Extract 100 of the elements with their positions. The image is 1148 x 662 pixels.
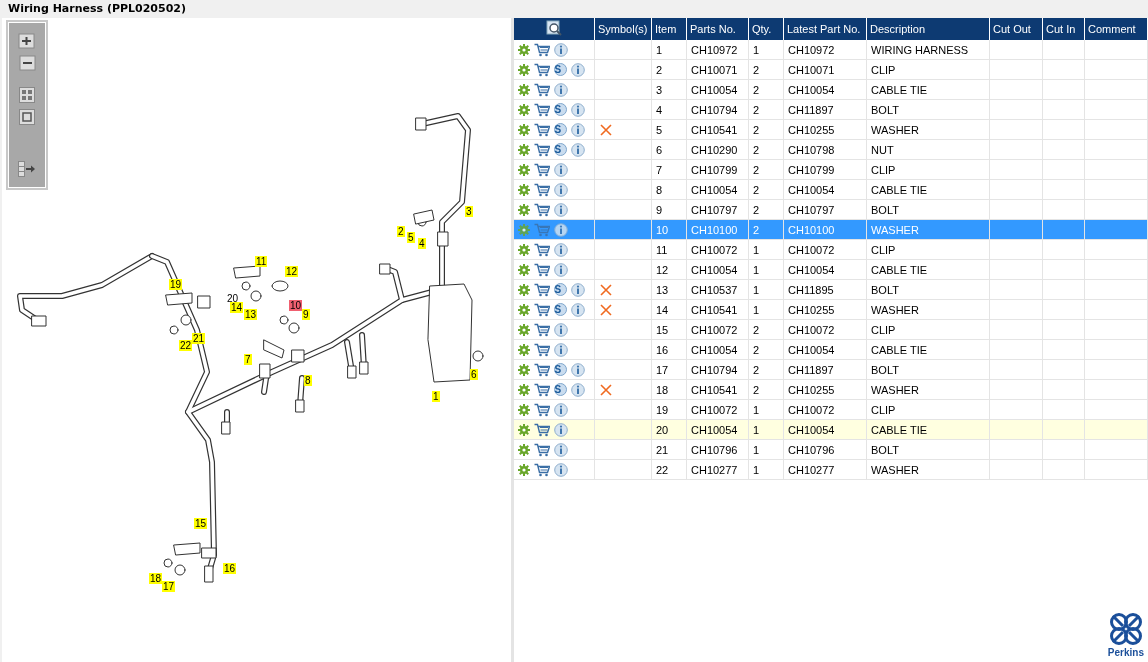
list-export-icon[interactable] — [18, 161, 36, 177]
callout-label[interactable]: 3 — [465, 206, 473, 217]
gear-icon[interactable] — [517, 383, 530, 396]
gear-icon[interactable] — [517, 323, 530, 336]
table-row[interactable]: S 6 CH10290 2 CH10798 NUT — [513, 139, 1148, 160]
table-row[interactable]: S 18 CH10541 2 CH10255 WASHER — [513, 379, 1148, 400]
callout-label[interactable]: 12 — [285, 266, 299, 277]
table-row[interactable]: S 13 CH10537 1 CH11895 BOLT — [513, 279, 1148, 300]
supersession-badge[interactable]: S — [553, 363, 567, 376]
info-icon[interactable] — [553, 162, 568, 177]
column-header[interactable]: Qty. — [748, 18, 784, 40]
table-row[interactable]: 12 CH10054 1 CH10054 CABLE TIE — [513, 259, 1148, 280]
callout-label[interactable]: 17 — [162, 581, 176, 592]
cart-icon[interactable] — [533, 422, 550, 437]
info-icon[interactable] — [553, 242, 568, 257]
cart-icon[interactable] — [533, 62, 550, 77]
table-row[interactable]: 1 CH10972 1 CH10972 WIRING HARNESS — [513, 40, 1148, 60]
gear-icon[interactable] — [517, 343, 530, 356]
gear-icon[interactable] — [517, 423, 530, 436]
column-header[interactable]: Latest Part No. — [783, 18, 867, 40]
cart-icon[interactable] — [533, 202, 550, 217]
cart-icon[interactable] — [533, 382, 550, 397]
info-icon[interactable] — [570, 362, 585, 377]
callout-label[interactable]: 21 — [192, 333, 206, 344]
table-row[interactable]: S 2 CH10071 2 CH10071 CLIP — [513, 59, 1148, 80]
cart-icon[interactable] — [533, 42, 550, 57]
callout-label[interactable]: 9 — [302, 309, 310, 320]
supersession-badge[interactable]: S — [553, 383, 567, 396]
callout-label[interactable]: 22 — [179, 340, 193, 351]
callout-label[interactable]: 18 — [149, 573, 163, 584]
info-icon[interactable] — [570, 62, 585, 77]
callout-label[interactable]: 4 — [418, 238, 426, 249]
cart-icon[interactable] — [533, 462, 550, 477]
callout-label[interactable]: 20 — [226, 293, 240, 304]
gear-icon[interactable] — [517, 183, 530, 196]
callout-label[interactable]: 13 — [244, 309, 258, 320]
column-header[interactable]: Cut Out — [989, 18, 1043, 40]
info-icon[interactable] — [553, 462, 568, 477]
gear-icon[interactable] — [517, 243, 530, 256]
zoom-out-icon[interactable] — [18, 55, 36, 71]
cart-icon[interactable] — [533, 82, 550, 97]
gear-icon[interactable] — [517, 203, 530, 216]
cart-icon[interactable] — [533, 322, 550, 337]
callout-label[interactable]: 6 — [470, 369, 478, 380]
info-icon[interactable] — [553, 342, 568, 357]
cart-icon[interactable] — [533, 242, 550, 257]
gear-icon[interactable] — [517, 163, 530, 176]
table-row[interactable]: 16 CH10054 2 CH10054 CABLE TIE — [513, 339, 1148, 360]
gear-icon[interactable] — [517, 103, 530, 116]
column-header[interactable]: Item — [651, 18, 687, 40]
callout-label[interactable]: 5 — [407, 232, 415, 243]
supersession-badge[interactable]: S — [553, 303, 567, 316]
table-row[interactable]: S 17 CH10794 2 CH11897 BOLT — [513, 359, 1148, 380]
gear-icon[interactable] — [517, 123, 530, 136]
supersession-badge[interactable]: S — [553, 143, 567, 156]
gear-icon[interactable] — [517, 443, 530, 456]
table-row[interactable]: 21 CH10796 1 CH10796 BOLT — [513, 439, 1148, 460]
gear-icon[interactable] — [517, 63, 530, 76]
callout-label[interactable]: 15 — [194, 518, 208, 529]
callout-label[interactable]: 11 — [255, 256, 268, 267]
table-row[interactable]: S 14 CH10541 1 CH10255 WASHER — [513, 299, 1148, 320]
cart-icon[interactable] — [533, 142, 550, 157]
supersession-badge[interactable]: S — [553, 283, 567, 296]
info-icon[interactable] — [570, 102, 585, 117]
column-header[interactable]: Cut In — [1042, 18, 1085, 40]
gear-icon[interactable] — [517, 83, 530, 96]
info-icon[interactable] — [553, 402, 568, 417]
info-icon[interactable] — [553, 262, 568, 277]
gear-icon[interactable] — [517, 363, 530, 376]
fit-view-icon[interactable] — [19, 109, 35, 125]
info-icon[interactable] — [553, 82, 568, 97]
gear-icon[interactable] — [517, 43, 530, 56]
cart-icon[interactable] — [533, 262, 550, 277]
info-icon[interactable] — [553, 422, 568, 437]
cart-icon[interactable] — [533, 302, 550, 317]
info-icon[interactable] — [553, 442, 568, 457]
supersession-badge[interactable]: S — [553, 63, 567, 76]
column-header[interactable]: Comment — [1084, 18, 1148, 40]
supersession-badge[interactable]: S — [553, 103, 567, 116]
callout-label[interactable]: 14 — [230, 302, 244, 313]
info-icon[interactable] — [553, 202, 568, 217]
info-icon[interactable] — [553, 322, 568, 337]
gear-icon[interactable] — [517, 263, 530, 276]
table-row[interactable]: 11 CH10072 1 CH10072 CLIP — [513, 239, 1148, 260]
info-icon[interactable] — [570, 382, 585, 397]
column-header[interactable]: Symbol(s) — [594, 18, 652, 40]
cart-icon[interactable] — [533, 342, 550, 357]
info-icon[interactable] — [553, 222, 568, 237]
table-row[interactable]: 15 CH10072 2 CH10072 CLIP — [513, 319, 1148, 340]
gear-icon[interactable] — [517, 463, 530, 476]
table-row[interactable]: 20 CH10054 1 CH10054 CABLE TIE — [513, 419, 1148, 440]
callout-label[interactable]: 1 — [432, 391, 440, 402]
table-row[interactable]: S 5 CH10541 2 CH10255 WASHER — [513, 119, 1148, 140]
column-header[interactable]: Description — [866, 18, 990, 40]
gear-icon[interactable] — [517, 403, 530, 416]
info-icon[interactable] — [570, 122, 585, 137]
table-row[interactable]: 7 CH10799 2 CH10799 CLIP — [513, 159, 1148, 180]
cart-icon[interactable] — [533, 182, 550, 197]
zoom-in-icon[interactable] — [18, 33, 36, 49]
gear-icon[interactable] — [517, 303, 530, 316]
